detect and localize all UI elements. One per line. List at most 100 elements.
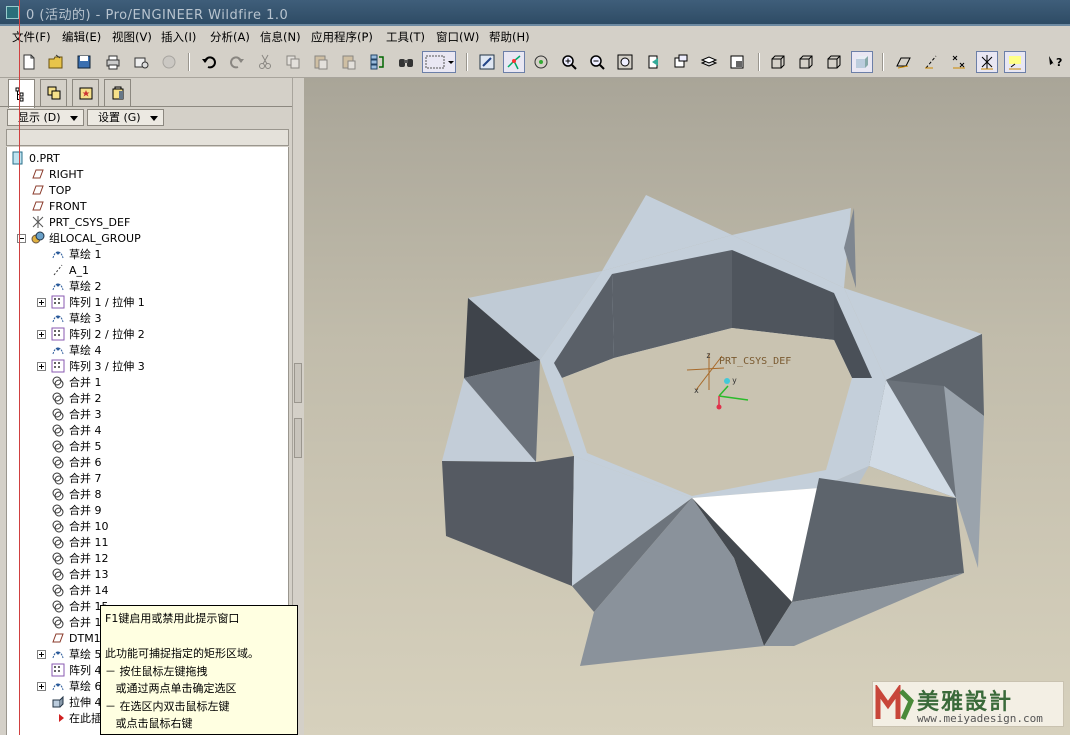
- tree-item[interactable]: 合并 3: [51, 406, 102, 422]
- tree-item[interactable]: 合并 10: [51, 518, 109, 534]
- tree-item[interactable]: 合并 14: [51, 582, 109, 598]
- menu-help[interactable]: 帮助(H): [489, 29, 530, 45]
- expand-node-icon[interactable]: [37, 298, 46, 307]
- tree-item[interactable]: 草绘 4: [51, 342, 102, 358]
- regenerate-icon[interactable]: [366, 51, 388, 73]
- open-folder-icon[interactable]: [45, 51, 67, 73]
- menu-tools[interactable]: 工具(T): [386, 29, 425, 45]
- tree-item[interactable]: 草绘 1: [51, 246, 102, 262]
- connections-icon: [112, 86, 123, 100]
- tree-item[interactable]: 合并 1: [51, 374, 102, 390]
- tree-column-header[interactable]: [6, 129, 289, 146]
- datum-points-icon[interactable]: [948, 51, 970, 73]
- menu-file[interactable]: 文件(F): [12, 29, 51, 45]
- graphics-viewport[interactable]: PRT_CSYS_DEF z y x: [304, 78, 1070, 735]
- hidden-line-icon[interactable]: [795, 51, 817, 73]
- datum-axes-icon[interactable]: [920, 51, 942, 73]
- save-icon[interactable]: [73, 51, 95, 73]
- repaint-icon[interactable]: [476, 51, 498, 73]
- refit-icon[interactable]: [614, 51, 636, 73]
- model-tree-tab[interactable]: [8, 79, 35, 108]
- pattern-icon: [51, 327, 65, 341]
- merge-icon: [52, 616, 64, 629]
- no-hidden-icon[interactable]: [823, 51, 845, 73]
- tree-item[interactable]: 合并 9: [51, 502, 102, 518]
- tree-item[interactable]: 阵列 2 / 拉伸 2: [51, 326, 145, 342]
- connections-tab[interactable]: [104, 79, 131, 106]
- context-help-icon[interactable]: ?: [1044, 51, 1066, 73]
- redo-icon[interactable]: [226, 51, 248, 73]
- expand-handle[interactable]: [294, 418, 302, 458]
- tree-item[interactable]: FRONT: [31, 198, 87, 214]
- part-model[interactable]: [304, 78, 1070, 735]
- tree-item[interactable]: 合并 7: [51, 470, 102, 486]
- tree-item[interactable]: A_1: [51, 262, 89, 278]
- email-icon[interactable]: [130, 51, 152, 73]
- annotations-icon[interactable]: [1004, 51, 1026, 73]
- copy-icon[interactable]: [282, 51, 304, 73]
- orient-mode-icon[interactable]: [530, 51, 552, 73]
- menu-edit[interactable]: 编辑(E): [62, 29, 101, 45]
- tree-item[interactable]: 合并 6: [51, 454, 102, 470]
- find-icon[interactable]: [395, 51, 417, 73]
- tree-item[interactable]: 合并 4: [51, 422, 102, 438]
- sketch-icon: [52, 283, 64, 291]
- tree-item[interactable]: 拉伸 4: [51, 694, 102, 710]
- axis-label-x: x: [694, 386, 699, 395]
- tree-item[interactable]: 合并 1: [51, 614, 102, 630]
- menu-info[interactable]: 信息(N): [260, 29, 301, 45]
- view-manager-icon[interactable]: [726, 51, 748, 73]
- tree-item[interactable]: 阵列 3 / 拉伸 3: [51, 358, 145, 374]
- favorites-tab[interactable]: [72, 79, 99, 106]
- new-file-icon[interactable]: [18, 51, 40, 73]
- send-icon[interactable]: [158, 51, 180, 73]
- tree-item[interactable]: RIGHT: [31, 166, 83, 182]
- select-box-icon[interactable]: [422, 51, 456, 73]
- tree-item[interactable]: 组LOCAL_GROUP: [31, 230, 141, 246]
- tree-item[interactable]: 合并 2: [51, 390, 102, 406]
- zoom-in-icon[interactable]: [558, 51, 580, 73]
- datum-planes-icon[interactable]: [892, 51, 914, 73]
- tree-item[interactable]: 合并 13: [51, 566, 109, 582]
- paste-special-icon[interactable]: [338, 51, 360, 73]
- tree-item[interactable]: 合并 12: [51, 550, 109, 566]
- tree-item[interactable]: 合并 8: [51, 486, 102, 502]
- undo-icon[interactable]: [198, 51, 220, 73]
- shading-icon[interactable]: [851, 51, 873, 73]
- axis-label-y: y: [732, 376, 737, 385]
- tree-item[interactable]: 草绘 2: [51, 278, 102, 294]
- cut-icon[interactable]: [254, 51, 276, 73]
- collapse-handle[interactable]: [294, 363, 302, 403]
- spin-center-icon[interactable]: [503, 51, 525, 73]
- wireframe-icon[interactable]: [767, 51, 789, 73]
- tree-item[interactable]: DTM1: [51, 630, 101, 646]
- tree-item-label: 草绘 1: [69, 248, 102, 261]
- menu-view[interactable]: 视图(V): [112, 29, 152, 45]
- expand-node-icon[interactable]: [37, 682, 46, 691]
- tree-item[interactable]: PRT_CSYS_DEF: [31, 214, 130, 230]
- tree-item[interactable]: 阵列 4: [51, 662, 102, 678]
- layers-icon[interactable]: [698, 51, 720, 73]
- menu-applications[interactable]: 应用程序(P): [311, 29, 373, 45]
- menu-window[interactable]: 窗口(W): [436, 29, 479, 45]
- expand-node-icon[interactable]: [37, 650, 46, 659]
- print-icon[interactable]: [102, 51, 124, 73]
- tree-item[interactable]: 合并 5: [51, 438, 102, 454]
- tree-item[interactable]: 阵列 1 / 拉伸 1: [51, 294, 145, 310]
- reorient-icon[interactable]: [642, 51, 664, 73]
- coord-sys-icon[interactable]: [976, 51, 998, 73]
- tree-item[interactable]: TOP: [31, 182, 71, 198]
- folder-browser-tab[interactable]: [40, 79, 67, 106]
- tree-item[interactable]: 草绘 6: [51, 678, 102, 694]
- expand-node-icon[interactable]: [37, 362, 46, 371]
- tree-item[interactable]: 草绘 3: [51, 310, 102, 326]
- settings-dropdown[interactable]: 设置 (G): [87, 109, 164, 126]
- paste-icon[interactable]: [310, 51, 332, 73]
- expand-node-icon[interactable]: [37, 330, 46, 339]
- tree-item[interactable]: 草绘 5: [51, 646, 102, 662]
- saved-views-icon[interactable]: [670, 51, 692, 73]
- zoom-out-icon[interactable]: [586, 51, 608, 73]
- menu-insert[interactable]: 插入(I): [161, 29, 196, 45]
- menu-analysis[interactable]: 分析(A): [210, 29, 250, 45]
- tree-item[interactable]: 合并 11: [51, 534, 109, 550]
